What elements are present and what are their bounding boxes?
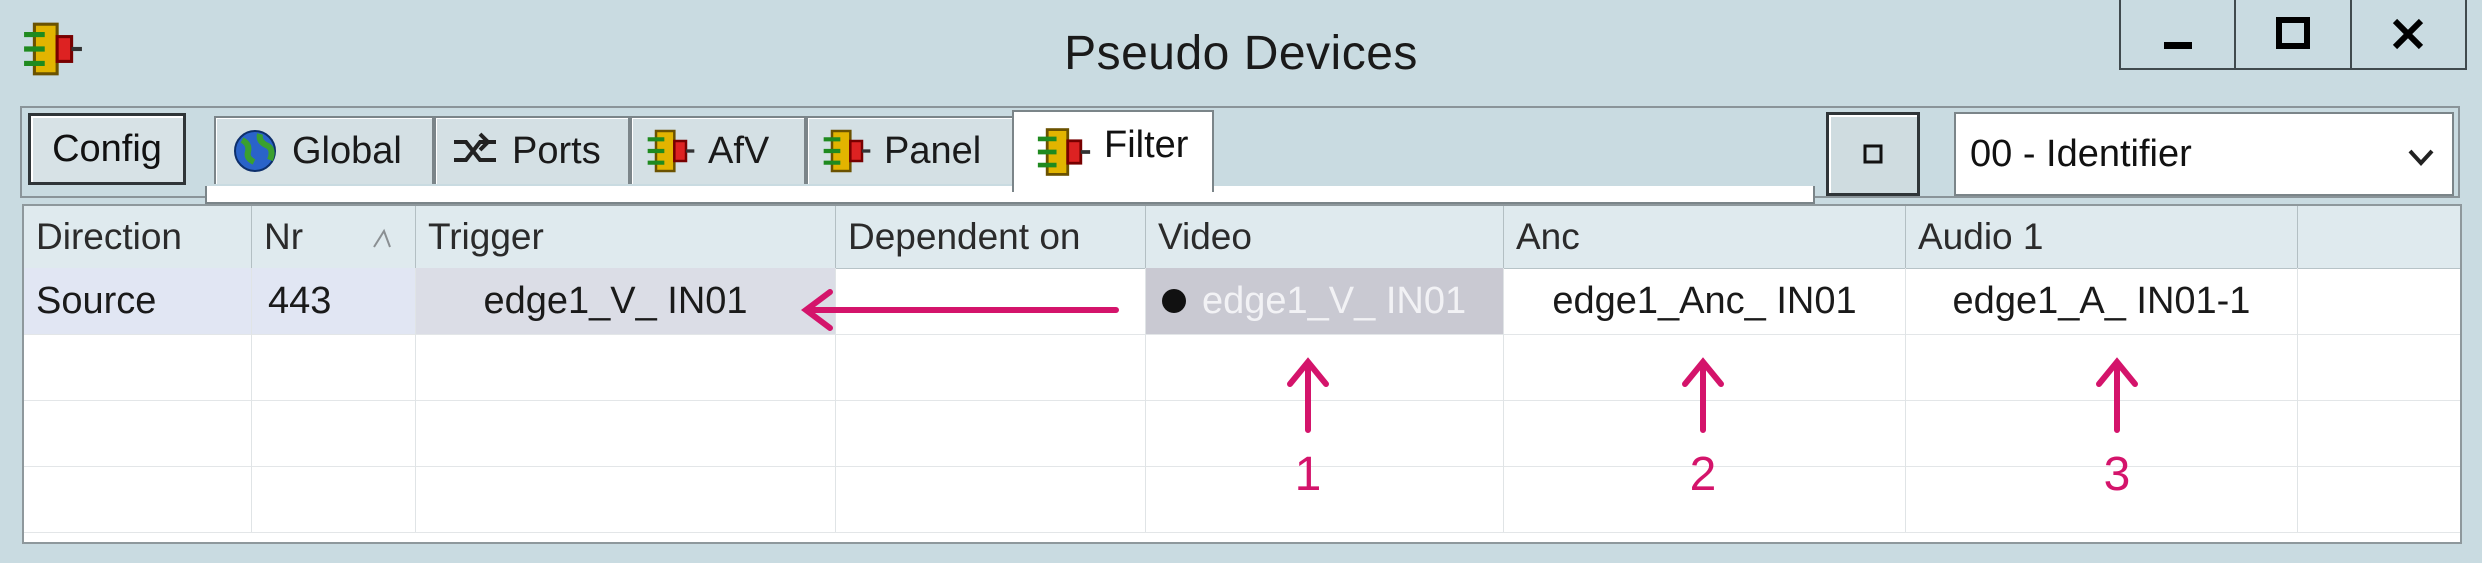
cell-video[interactable]: edge1_V_ IN01 — [1146, 268, 1504, 334]
tab-global[interactable]: Global — [214, 116, 434, 184]
tab-afv-label: AfV — [708, 129, 770, 172]
active-dot-icon — [1162, 289, 1186, 313]
square-button[interactable] — [1826, 112, 1920, 196]
window-title: Pseudo Devices — [1064, 27, 1418, 80]
tab-filter-label: Filter — [1104, 124, 1189, 166]
cell-audio-1[interactable]: edge1_A_ IN01-1 — [1906, 268, 2298, 334]
close-button[interactable] — [2349, 0, 2465, 68]
tab-ports[interactable]: Ports — [434, 116, 630, 184]
ports-icon — [454, 132, 496, 162]
maximize-icon — [2275, 17, 2310, 49]
minimize-icon — [2163, 42, 2192, 49]
identifier-select[interactable]: 00 - Identifier — [1954, 112, 2454, 196]
title-bar: Pseudo Devices — [0, 0, 2482, 100]
sort-ascending-icon — [373, 228, 391, 248]
tab-global-label: Global — [292, 129, 402, 172]
filter-panel-edge — [205, 186, 1815, 204]
maximize-button[interactable] — [2234, 0, 2349, 68]
config-button[interactable]: Config — [28, 113, 186, 185]
tab-filter[interactable]: Filter — [1012, 110, 1214, 192]
globe-icon — [234, 130, 276, 172]
table-row[interactable] — [24, 334, 2460, 401]
cell-anc[interactable]: edge1_Anc_ IN01 — [1504, 268, 1906, 334]
tab-panel-label: Panel — [884, 129, 982, 172]
cell-trigger[interactable]: edge1_V_ IN01 — [416, 268, 836, 334]
tab-afv[interactable]: AfV — [630, 116, 806, 184]
cell-direction[interactable]: Source — [24, 268, 252, 334]
table-row[interactable] — [24, 466, 2460, 533]
device-icon — [647, 129, 695, 173]
chevron-down-icon — [2408, 149, 2434, 166]
tab-ports-label: Ports — [512, 129, 601, 172]
cell-dependent-on[interactable] — [836, 268, 1146, 334]
column-header-nr[interactable]: Nr — [252, 206, 416, 268]
cell-nr[interactable]: 443 — [252, 268, 416, 334]
column-header-nr-label: Nr — [264, 216, 304, 257]
column-header-trigger[interactable]: Trigger — [416, 206, 836, 268]
device-icon — [823, 129, 871, 173]
column-header-audio-1[interactable]: Audio 1 — [1906, 206, 2298, 268]
column-header-direction[interactable]: Direction — [24, 206, 252, 268]
table-row[interactable]: Source 443 edge1_V_ IN01 edge1_V_ IN01 e… — [24, 268, 2460, 335]
column-header-video[interactable]: Video — [1146, 206, 1504, 268]
grid-header: Direction Nr Trigger Dependent on Video … — [24, 206, 2460, 269]
device-icon — [1037, 128, 1091, 176]
cell-video-text: edge1_V_ IN01 — [1202, 279, 1467, 322]
column-header-dependent-on[interactable]: Dependent on — [836, 206, 1146, 268]
close-icon — [2393, 18, 2424, 50]
square-icon — [1863, 144, 1883, 164]
column-header-anc[interactable]: Anc — [1504, 206, 1906, 268]
minimize-button[interactable] — [2121, 0, 2234, 68]
table-row[interactable] — [24, 400, 2460, 467]
tab-panel[interactable]: Panel — [806, 116, 1016, 184]
pseudo-device-grid: Direction Nr Trigger Dependent on Video … — [22, 204, 2462, 544]
window-controls — [2119, 0, 2467, 70]
identifier-select-value: 00 - Identifier — [1970, 132, 2192, 175]
